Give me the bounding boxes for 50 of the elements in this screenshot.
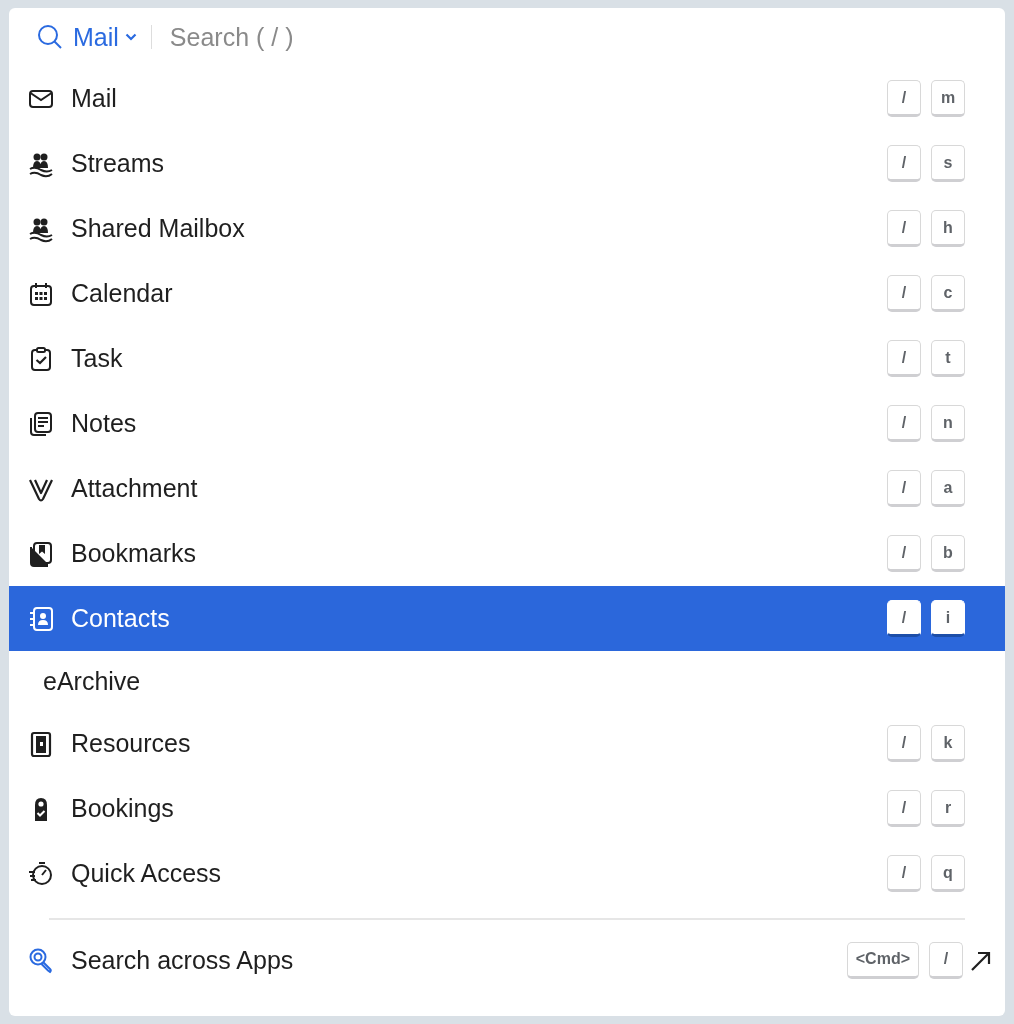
stopwatch-icon: [27, 859, 55, 888]
key-cap: <Cmd>: [846, 941, 919, 979]
key-cap: /: [887, 790, 921, 827]
external-arrow-icon: [969, 949, 993, 973]
key-cap: /: [887, 725, 921, 762]
key-cap: /: [887, 275, 921, 312]
menu-item[interactable]: Bookings / r: [9, 776, 1005, 841]
key-cap: /: [887, 600, 921, 637]
key-cap: /: [887, 145, 921, 182]
menu-item[interactable]: Mail / m: [9, 66, 1005, 131]
contact-book-icon: [27, 604, 55, 633]
key-cap: a: [931, 470, 965, 507]
chevron-down-icon: [124, 33, 137, 41]
bookmark-book-icon: [27, 539, 55, 568]
key-cap: /: [887, 340, 921, 377]
notes-icon: [27, 409, 55, 438]
key-cap: /: [887, 405, 921, 442]
key-cap: n: [931, 405, 965, 442]
menu-item[interactable]: Notes / n: [9, 391, 1005, 456]
key-cap: b: [931, 535, 965, 572]
key-cap: /: [929, 941, 963, 979]
key-cap: q: [931, 855, 965, 892]
key-cap: r: [931, 790, 965, 827]
key-cap: /: [887, 80, 921, 117]
menu-item[interactable]: Quick Access / q: [9, 841, 1005, 906]
search-field[interactable]: Search ( / ): [169, 22, 570, 52]
menu-item[interactable]: Task / t: [9, 326, 1005, 391]
scope-dropdown[interactable]: Mail: [73, 22, 137, 52]
menu-item[interactable]: eArchive: [9, 651, 1005, 711]
key-cap: c: [931, 275, 965, 312]
key-cap: m: [931, 80, 965, 117]
menu-item[interactable]: Streams / s: [9, 131, 1005, 196]
key-cap: /: [887, 535, 921, 572]
key-cap: i: [931, 600, 965, 637]
search-icon: [27, 946, 55, 974]
key-cap: /: [887, 210, 921, 247]
menu-item[interactable]: Attachment / a: [9, 456, 1005, 521]
key-cap: /: [887, 470, 921, 507]
menu-item[interactable]: Resources / k: [9, 711, 1005, 776]
key-cap: t: [931, 340, 965, 377]
key-cap: k: [931, 725, 965, 762]
menu-item[interactable]: Shared Mailbox / h: [9, 196, 1005, 261]
key-cap: s: [931, 145, 965, 182]
menu-item[interactable]: Calendar / c: [9, 261, 1005, 326]
search-icon: [37, 24, 63, 50]
menu-item[interactable]: Contacts / i: [9, 586, 1005, 651]
search-across-apps-item[interactable]: Search across Apps <Cmd> /: [9, 920, 1005, 1000]
key-cap: /: [887, 855, 921, 892]
menu-item[interactable]: Bookmarks / b: [9, 521, 1005, 586]
key-cap: h: [931, 210, 965, 247]
